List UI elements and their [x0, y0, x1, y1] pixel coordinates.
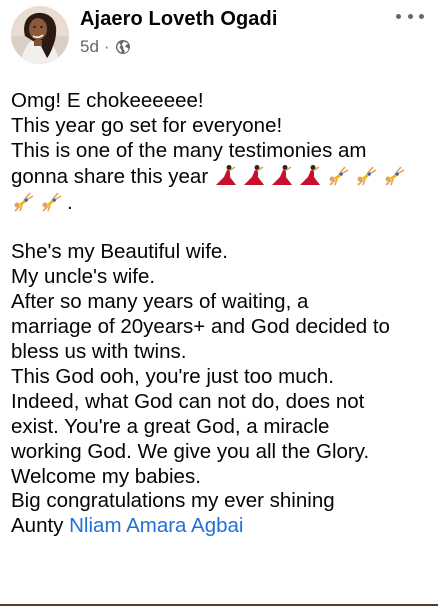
- cartwheel-emoji: [385, 166, 405, 186]
- post-time[interactable]: 5d: [80, 37, 99, 57]
- post-line: bless us with twins.: [11, 340, 187, 364]
- post-line: Big congratulations my ever shining: [11, 489, 335, 513]
- post-meta: 5d ·: [80, 36, 131, 58]
- cartwheel-emoji: [42, 192, 62, 212]
- post-line: working God. We give you all the Glory.: [11, 439, 370, 463]
- post-line: My uncle's wife.: [11, 265, 156, 289]
- post-line: This God ooh, you're just too much.: [11, 364, 334, 388]
- divider: [0, 604, 438, 606]
- dancer-emoji: [299, 164, 320, 185]
- post-line-text: Aunty: [11, 514, 64, 538]
- dancer-emoji: [215, 164, 236, 185]
- post-line: exist. You're a great God, a miracle: [11, 414, 330, 438]
- cartwheel-emoji: [14, 192, 34, 212]
- post-line: Omg! E chokeeeeee!: [11, 89, 204, 112]
- post-line-text: .: [67, 190, 73, 214]
- post-line: She's my Beautiful wife.: [11, 240, 228, 264]
- dancer-emoji: [243, 164, 264, 185]
- globe-icon: [115, 39, 131, 55]
- post-line: Welcome my babies.: [11, 464, 201, 488]
- post-line: .: [11, 190, 435, 216]
- post-line-text: gonna share this year: [11, 164, 209, 188]
- post-text: Omg! E chokeeeeee! This year go set for …: [11, 89, 435, 539]
- author-name[interactable]: Ajaero Loveth Ogadi: [80, 6, 278, 32]
- emoji-group: [214, 164, 410, 186]
- meta-separator: ·: [103, 37, 110, 56]
- cartwheel-emoji: [357, 166, 377, 186]
- post-line: This is one of the many testimonies am: [11, 138, 367, 162]
- post-line: This year go set for everyone!: [11, 113, 283, 137]
- avatar[interactable]: [11, 6, 69, 64]
- post-line: Indeed, what God can not do, does not: [11, 389, 365, 413]
- dancer-emoji: [271, 164, 292, 185]
- post-line: After so many years of waiting, a: [11, 290, 309, 314]
- more-options-icon[interactable]: [396, 6, 424, 26]
- post-line: gonna share this year: [11, 164, 435, 190]
- post-header: Ajaero Loveth Ogadi 5d ·: [0, 0, 438, 70]
- post-line: marriage of 20years+ and God decided to: [11, 315, 390, 339]
- cartwheel-emoji: [329, 166, 349, 186]
- mention-link[interactable]: Nliam Amara Agbai: [69, 514, 243, 537]
- post-line: Aunty Nliam Amara Agbai: [11, 514, 435, 539]
- emoji-group: [11, 190, 67, 212]
